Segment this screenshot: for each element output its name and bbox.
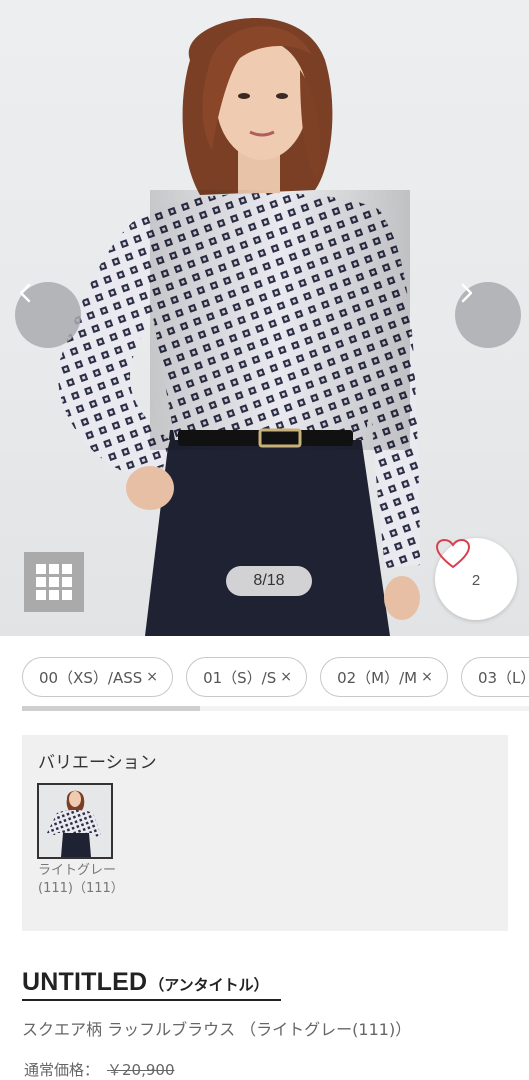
- size-chip-list[interactable]: 00（XS）/ASS × 01（S）/S × 02（M）/M × 03（L）: [22, 657, 529, 699]
- variation-thumbnail[interactable]: [37, 783, 113, 859]
- image-counter: 8/18: [226, 566, 312, 596]
- size-chip-label: 03（L）: [477, 668, 529, 687]
- regular-price: ￥20,900: [107, 1061, 175, 1079]
- grid-view-button[interactable]: [24, 552, 84, 612]
- size-chip-label: 01（S）/S: [203, 668, 277, 687]
- variation-title: バリエーション: [38, 753, 157, 773]
- variation-label: ライトグレー(111)（111）: [38, 863, 124, 896]
- size-chip-label: 02（M）/M: [337, 668, 418, 687]
- next-image-button[interactable]: [455, 282, 521, 348]
- product-image-gallery[interactable]: 8/18 2: [0, 0, 529, 636]
- favorite-count: 2: [471, 571, 481, 589]
- size-chip[interactable]: 03（L）: [460, 657, 529, 697]
- size-scrollbar-thumb[interactable]: [22, 706, 200, 711]
- chevron-right-icon: [461, 283, 473, 303]
- close-icon[interactable]: ×: [421, 669, 433, 685]
- close-icon[interactable]: ×: [146, 669, 158, 685]
- price-row: 通常価格： ￥20,900: [24, 1059, 175, 1080]
- prev-image-button[interactable]: [15, 282, 81, 348]
- brand-link[interactable]: UNTITLED （アンタイトル）: [22, 968, 269, 997]
- chevron-left-icon: [19, 283, 31, 303]
- size-chip[interactable]: 02（M）/M ×: [320, 657, 448, 697]
- favorite-button[interactable]: 2: [435, 538, 517, 620]
- product-name: スクエア柄 ラッフルブラウス （ライトグレー(111)）: [22, 1020, 412, 1039]
- size-chip-label: 00（XS）/ASS: [39, 668, 143, 687]
- grid-icon: [36, 564, 46, 574]
- brand-name: UNTITLED: [22, 968, 148, 996]
- heart-icon: [435, 538, 471, 569]
- brand-name-kana: （アンタイトル）: [149, 976, 269, 994]
- size-chip[interactable]: 01（S）/S ×: [186, 657, 307, 697]
- close-icon[interactable]: ×: [280, 669, 292, 685]
- size-chip[interactable]: 00（XS）/ASS ×: [22, 657, 173, 697]
- brand-underline: [22, 999, 281, 1001]
- variation-thumbnail-image: [39, 785, 111, 857]
- price-label: 通常価格：: [24, 1061, 100, 1079]
- variation-panel: バリエーション ライトグレー(111)（111）: [22, 735, 508, 931]
